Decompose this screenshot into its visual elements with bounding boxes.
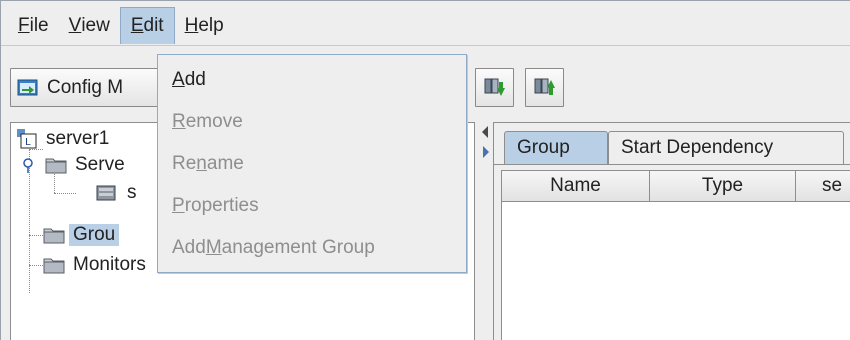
menu-item-add-post: dd: [184, 69, 206, 90]
expand-right-icon[interactable]: [483, 146, 489, 158]
tab-strip-border: [494, 164, 850, 165]
group-table: Name Type se: [501, 170, 850, 340]
menu-item-add-management-group-pre: Add: [172, 237, 206, 258]
tab-group[interactable]: Group: [504, 131, 608, 164]
move-down-icon: [483, 76, 507, 100]
column-header-se[interactable]: se: [796, 171, 850, 202]
column-header-se-label: se: [822, 175, 843, 196]
menu-file-mnemonic: F: [18, 14, 30, 36]
tree-item-servers-label: Serve: [75, 153, 125, 175]
menu-separator: [1, 45, 850, 46]
edit-menu-dropdown: Add Remove Re n ame Properties Add Managem…: [157, 54, 467, 273]
menu-item-properties[interactable]: Properties: [158, 185, 466, 227]
move-down-button[interactable]: [475, 68, 514, 107]
folder-icon: [43, 255, 65, 275]
config-mode-icon: [17, 78, 39, 98]
expand-toggle-icon: [21, 154, 35, 176]
menu-item-properties-post: roperties: [184, 195, 259, 216]
menu-edit-mnemonic: E: [130, 15, 144, 36]
tree-item-server-label: s: [127, 181, 137, 203]
tree-item-groups[interactable]: Grou: [43, 221, 120, 248]
menu-view-label-post: iew: [81, 14, 110, 36]
menu-help-label-post: elp: [198, 14, 224, 36]
column-header-type-label: Type: [701, 175, 744, 196]
tree-connector: [29, 235, 43, 236]
tab-group-label: Group: [517, 137, 570, 158]
tab-start-dependency[interactable]: Start Dependency: [608, 131, 844, 164]
details-panel: Group Start Dependency Name Type se: [493, 122, 850, 340]
menu-item-add-mnemonic: A: [172, 69, 185, 90]
menu-file[interactable]: File: [8, 7, 59, 44]
menu-item-add[interactable]: Add: [158, 59, 466, 101]
menu-edit-label-post: dit: [143, 15, 164, 36]
folder-icon: [45, 155, 67, 175]
application-window: File View Edit Help Config M L server1 S…: [0, 0, 850, 340]
menu-edit[interactable]: Edit: [119, 7, 175, 44]
menu-item-rename-mnemonic: n: [196, 153, 207, 174]
menu-item-rename-pre: Re: [172, 153, 197, 174]
tree-root[interactable]: L server1: [16, 125, 109, 152]
collapse-left-icon[interactable]: [482, 126, 488, 138]
column-header-type[interactable]: Type: [650, 171, 796, 202]
folder-icon: [43, 225, 65, 245]
tab-start-dependency-label: Start Dependency: [621, 137, 774, 158]
menu-item-properties-mnemonic: P: [172, 195, 185, 216]
tree-root-label: server1: [46, 127, 110, 149]
menu-item-rename-post: ame: [206, 153, 244, 174]
menu-item-remove-post: emove: [185, 111, 243, 132]
column-header-name[interactable]: Name: [502, 171, 650, 202]
menu-view-mnemonic: V: [68, 14, 82, 36]
menu-item-add-management-group[interactable]: Add Management Group: [158, 227, 466, 269]
cluster-icon: L: [16, 128, 38, 150]
menu-file-label-post: ile: [29, 14, 49, 36]
move-up-button[interactable]: [525, 68, 564, 107]
menu-item-remove-mnemonic: R: [172, 111, 186, 132]
move-up-icon: [533, 76, 557, 100]
menu-view[interactable]: View: [59, 7, 120, 44]
server-icon: [95, 183, 119, 203]
split-pane-divider[interactable]: [479, 122, 493, 340]
tree-item-groups-label: Grou: [69, 223, 120, 246]
tree-item-monitors-label: Monitors: [73, 253, 146, 275]
svg-text:L: L: [25, 137, 31, 148]
tree-connector: [29, 265, 43, 266]
config-mode-button[interactable]: Config M: [10, 68, 180, 107]
tree-item-monitors[interactable]: Monitors: [43, 251, 146, 278]
menu-item-remove[interactable]: Remove: [158, 101, 466, 143]
menu-bar: File View Edit Help: [8, 7, 850, 44]
tree-item-servers[interactable]: Serve: [21, 151, 125, 178]
menu-item-add-management-group-post: anagement Group: [221, 237, 375, 258]
menu-help-mnemonic: H: [184, 14, 199, 36]
column-header-name-label: Name: [550, 175, 601, 196]
menu-item-add-management-group-mnemonic: M: [205, 237, 222, 258]
menu-help[interactable]: Help: [175, 7, 234, 44]
tree-item-server[interactable]: s: [95, 179, 137, 206]
tree-connector: [54, 193, 76, 194]
menu-item-rename[interactable]: Re n ame: [158, 143, 466, 185]
